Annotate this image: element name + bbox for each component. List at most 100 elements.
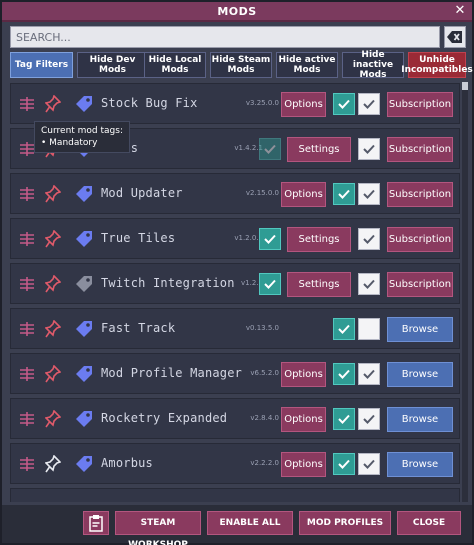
- mod-row[interactable]: True Tiles v1.2.0.0 Settings Subscription: [10, 218, 460, 259]
- mod-row[interactable]: Mod Profile Manager v6.5.2.0 Options Brow…: [10, 353, 460, 394]
- drag-handle-icon[interactable]: [19, 186, 35, 202]
- tag-icon[interactable]: [74, 319, 94, 339]
- active-checkbox[interactable]: [358, 318, 380, 340]
- search-input[interactable]: [10, 26, 440, 48]
- drag-handle-icon[interactable]: [19, 141, 35, 157]
- options-button[interactable]: Options: [281, 407, 326, 432]
- checkmark-icon: [338, 99, 350, 109]
- enable-checkbox[interactable]: [333, 453, 355, 475]
- pin-icon[interactable]: [44, 184, 62, 203]
- mod-name: True Tiles: [101, 231, 176, 245]
- tag-icon[interactable]: [74, 454, 94, 474]
- enable-all-button[interactable]: ENABLE ALL: [207, 511, 293, 535]
- mod-version: v0.13.5.0: [245, 324, 279, 332]
- close-icon[interactable]: ✕: [452, 3, 468, 19]
- pin-icon[interactable]: [44, 229, 62, 248]
- enable-checkbox[interactable]: [259, 138, 281, 160]
- checkmark-icon: [264, 234, 276, 244]
- scrollbar[interactable]: [462, 82, 468, 502]
- options-button[interactable]: Options: [281, 452, 326, 477]
- browse-button[interactable]: Browse: [387, 452, 453, 477]
- drag-handle-icon[interactable]: [19, 96, 35, 112]
- pin-icon[interactable]: [44, 94, 62, 113]
- hide-inactive-mods-button[interactable]: Hide inactive Mods: [342, 50, 404, 80]
- settings-button[interactable]: Settings: [287, 272, 351, 297]
- enable-checkbox[interactable]: [333, 93, 355, 115]
- pin-icon[interactable]: [44, 274, 62, 293]
- tag-icon[interactable]: [74, 94, 94, 114]
- active-checkbox[interactable]: [358, 408, 380, 430]
- drag-handle-icon[interactable]: [19, 231, 35, 247]
- pin-icon[interactable]: [44, 364, 62, 383]
- options-button[interactable]: Options: [281, 182, 326, 207]
- subscription-button[interactable]: Subscription: [387, 182, 453, 207]
- drag-handle-icon[interactable]: [19, 456, 35, 472]
- subscription-button[interactable]: Subscription: [387, 272, 453, 297]
- active-checkbox[interactable]: [358, 93, 380, 115]
- subscription-button[interactable]: Subscription: [387, 227, 453, 252]
- pin-icon[interactable]: [44, 409, 62, 428]
- mod-row-partial[interactable]: [10, 488, 460, 502]
- clear-search-button[interactable]: [444, 26, 466, 48]
- active-checkbox[interactable]: [358, 228, 380, 250]
- enable-checkbox[interactable]: [333, 363, 355, 385]
- options-button[interactable]: Options: [281, 92, 326, 117]
- hide-steam-mods-button[interactable]: Hide Steam Mods: [210, 52, 272, 78]
- search-row: [10, 26, 466, 48]
- mod-profiles-button[interactable]: MOD PROFILES: [299, 511, 391, 535]
- pin-icon[interactable]: [44, 454, 62, 473]
- settings-button[interactable]: Settings: [287, 227, 351, 252]
- hide-dev-mods-button[interactable]: Hide Dev Mods: [77, 52, 148, 78]
- steam-workshop-button[interactable]: STEAM WORKSHOP: [115, 511, 201, 545]
- browse-button[interactable]: Browse: [387, 407, 453, 432]
- active-checkbox[interactable]: [358, 273, 380, 295]
- drag-handle-icon[interactable]: [19, 411, 35, 427]
- close-button[interactable]: CLOSE: [397, 511, 461, 535]
- checkmark-icon: [363, 99, 375, 109]
- enable-checkbox[interactable]: [333, 318, 355, 340]
- pin-icon[interactable]: [44, 319, 62, 338]
- drag-handle-icon[interactable]: [19, 366, 35, 382]
- active-checkbox[interactable]: [358, 138, 380, 160]
- mod-row[interactable]: Fast Track v0.13.5.0 Browse: [10, 308, 460, 349]
- hide-active-mods-button[interactable]: Hide active Mods: [276, 52, 338, 78]
- tag-icon[interactable]: [74, 274, 94, 294]
- checkmark-icon: [338, 189, 350, 199]
- mod-row[interactable]: Rocketry Expanded v2.8.4.0 Options Browse: [10, 398, 460, 439]
- tag-icon[interactable]: [74, 184, 94, 204]
- scrollbar-thumb[interactable]: [462, 82, 468, 90]
- browse-button[interactable]: Browse: [387, 362, 453, 387]
- tag-filters-button[interactable]: Tag Filters: [10, 52, 73, 78]
- options-button[interactable]: Options: [281, 362, 326, 387]
- enable-checkbox[interactable]: [259, 228, 281, 250]
- settings-button[interactable]: Settings: [287, 137, 351, 162]
- active-checkbox[interactable]: [358, 363, 380, 385]
- tag-icon[interactable]: [74, 229, 94, 249]
- enable-checkbox[interactable]: [259, 273, 281, 295]
- hide-local-mods-button[interactable]: Hide Local Mods: [144, 52, 206, 78]
- checkmark-icon: [363, 144, 375, 154]
- browse-button[interactable]: Browse: [387, 317, 453, 342]
- subscription-button[interactable]: Subscription: [387, 92, 453, 117]
- subscription-button[interactable]: Subscription: [387, 137, 453, 162]
- checkmark-icon: [363, 369, 375, 379]
- mod-name: Fast Track: [101, 321, 176, 335]
- mod-row[interactable]: Stock Bug Fix v3.25.0.0 Options Subscript…: [10, 83, 460, 124]
- enable-checkbox[interactable]: [333, 183, 355, 205]
- mod-version: v2.8.4.0: [250, 414, 279, 422]
- drag-handle-icon[interactable]: [19, 276, 35, 292]
- bottom-bar: STEAM WORKSHOP ENABLE ALL MOD PROFILES C…: [2, 505, 472, 545]
- mod-row[interactable]: Amorbus v2.2.2.0 Options Browse: [10, 443, 460, 484]
- tag-icon[interactable]: [74, 409, 94, 429]
- mod-name: Twitch Integration: [101, 276, 235, 290]
- active-checkbox[interactable]: [358, 183, 380, 205]
- tag-icon[interactable]: [74, 364, 94, 384]
- mod-row[interactable]: Twitch Integration v1.2.3 Settings Subscr…: [10, 263, 460, 304]
- enable-checkbox[interactable]: [333, 408, 355, 430]
- unhide-incompatibles-button[interactable]: Unhide Incompatibles: [401, 52, 473, 78]
- drag-handle-icon[interactable]: [19, 321, 35, 337]
- clipboard-button[interactable]: [83, 511, 109, 535]
- active-checkbox[interactable]: [358, 453, 380, 475]
- mod-row[interactable]: Mod Updater v2.15.0.0 Options Subscriptio…: [10, 173, 460, 214]
- clear-input-icon: [447, 31, 462, 43]
